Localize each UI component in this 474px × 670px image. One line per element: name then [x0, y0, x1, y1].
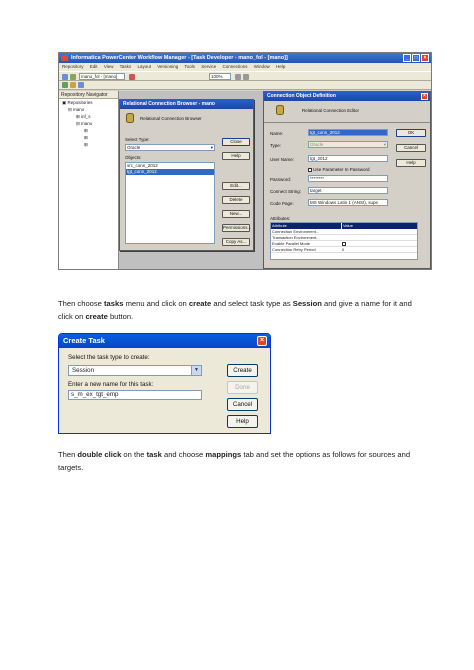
- select-type-label: Select the task type to create:: [68, 354, 150, 361]
- list-item-selected[interactable]: tgt_conn_2012: [126, 169, 214, 175]
- toolbar-icon[interactable]: [243, 74, 249, 80]
- chevron-down-icon: ▾: [210, 145, 213, 150]
- folder-combo[interactable]: mano_fol - [mano]: [79, 73, 125, 80]
- menu-versioning[interactable]: Versioning: [157, 64, 178, 69]
- relational-connection-browser: Relational Connection Browser - mano Rel…: [119, 99, 254, 251]
- tree-item[interactable]: ⊞ inf_s: [62, 113, 118, 120]
- objects-list[interactable]: src_conn_2012 tgt_conn_2012: [125, 162, 215, 244]
- tree-item[interactable]: ⊟ mano: [62, 120, 118, 127]
- user-name-label: User Name:: [270, 157, 295, 162]
- close-icon[interactable]: ×: [421, 93, 428, 100]
- attributes-table: Attribute Value Connection Environment..…: [270, 222, 418, 260]
- instruction-paragraph-1: Then choose tasks menu and click on crea…: [58, 299, 412, 321]
- use-parameter-checkbox[interactable]: Use Parameter In Password: [308, 167, 370, 172]
- permissions-button[interactable]: Permissions...: [222, 224, 251, 232]
- menu-connections[interactable]: Connections: [222, 64, 247, 69]
- toolbar: mano_fol - [mano] 100%: [59, 71, 431, 81]
- app-title: Informatica PowerCenter Workflow Manager…: [71, 55, 288, 61]
- cod-subtitle: Relational Connection Editor: [302, 108, 360, 113]
- instruction-paragraph-2: Then double click on the task and choose…: [58, 450, 411, 472]
- menu-tasks[interactable]: Tasks: [120, 64, 132, 69]
- close-icon[interactable]: ×: [421, 54, 429, 62]
- name-field[interactable]: tgt_conn_2012: [308, 129, 388, 136]
- close-button[interactable]: Close: [222, 138, 250, 146]
- tree-item[interactable]: ⊟ mano: [62, 106, 118, 113]
- type-field: Oracle ▾: [308, 141, 388, 148]
- cod-title-bar: Connection Object Definition ×: [264, 92, 430, 101]
- tree-item[interactable]: ⊞: [62, 127, 118, 134]
- menu-window[interactable]: Window: [254, 64, 270, 69]
- name-label: Name:: [270, 131, 284, 136]
- user-name-field[interactable]: tgt_2012: [308, 155, 388, 162]
- select-type-dropdown[interactable]: Oracle ▾: [125, 144, 215, 151]
- rcb-subtitle: Relational Connection Browser: [140, 116, 202, 121]
- toolbar-icon[interactable]: [78, 82, 84, 88]
- toolbar-icon[interactable]: [70, 82, 76, 88]
- rcb-title-bar: Relational Connection Browser - mano: [120, 100, 253, 109]
- create-task-title-bar: Create Task ×: [59, 334, 270, 348]
- repository-navigator: Repository Navigator ▣ Repositories ⊟ ma…: [59, 91, 119, 269]
- help-button[interactable]: Help: [396, 159, 426, 167]
- delete-button[interactable]: Delete: [222, 196, 250, 204]
- app-title-bar: Informatica PowerCenter Workflow Manager…: [59, 53, 431, 63]
- code-page-label: Code Page:: [270, 201, 294, 206]
- repository-navigator-header: Repository Navigator: [59, 91, 118, 99]
- parallel-mode-checkbox[interactable]: [342, 241, 346, 246]
- zoom-combo[interactable]: 100%: [209, 73, 231, 80]
- copy-as-button[interactable]: Copy As...: [222, 238, 250, 246]
- divider: [264, 122, 430, 123]
- repository-tree: ▣ Repositories ⊟ mano ⊞ inf_s ⊟ mano ⊞ ⊞…: [59, 99, 118, 148]
- workflow-manager-screenshot: Informatica PowerCenter Workflow Manager…: [58, 52, 432, 270]
- toolbar-secondary: [59, 81, 431, 90]
- toolbar-icon[interactable]: [62, 74, 68, 80]
- maximize-icon[interactable]: □: [412, 54, 420, 62]
- type-label: Type:: [270, 143, 282, 148]
- menu-layout[interactable]: Layout: [137, 64, 151, 69]
- cancel-button[interactable]: Cancel: [227, 398, 258, 411]
- toolbar-icon[interactable]: [235, 74, 241, 80]
- task-type-dropdown[interactable]: Session ▼: [68, 365, 202, 376]
- minimize-icon[interactable]: _: [403, 54, 411, 62]
- help-button[interactable]: Help: [222, 152, 250, 160]
- toolbar-icon[interactable]: [70, 74, 76, 80]
- done-button[interactable]: Done: [227, 381, 258, 394]
- menu-bar: Repository Edit View Tasks Layout Versio…: [59, 63, 431, 71]
- connect-string-label: Connect String:: [270, 189, 302, 194]
- close-icon[interactable]: ×: [257, 336, 267, 346]
- connection-object-definition: Connection Object Definition × Relational…: [263, 91, 431, 269]
- cancel-button[interactable]: Cancel: [396, 144, 426, 152]
- table-row[interactable]: Connection Retry Period 0: [271, 247, 417, 253]
- create-task-title: Create Task: [63, 336, 105, 345]
- task-name-label: Enter a new name for this task:: [68, 381, 154, 388]
- create-task-dialog: Create Task × Select the task type to cr…: [58, 333, 271, 434]
- chevron-down-icon: ▼: [191, 366, 201, 375]
- app-icon: [61, 55, 68, 61]
- select-type-label: Select Type:: [125, 137, 150, 142]
- objects-label: Objects:: [125, 155, 142, 160]
- menu-edit[interactable]: Edit: [90, 64, 98, 69]
- connect-string-field[interactable]: target: [308, 187, 388, 194]
- password-field[interactable]: ********: [308, 175, 388, 182]
- edit-button[interactable]: Edit...: [222, 182, 250, 190]
- menu-service[interactable]: Service: [201, 64, 216, 69]
- toolbar-icon[interactable]: [129, 74, 135, 80]
- menu-view[interactable]: View: [104, 64, 114, 69]
- toolbar-icon[interactable]: [62, 82, 68, 88]
- tree-item[interactable]: ▣ Repositories: [62, 99, 118, 106]
- database-icon: [126, 113, 134, 123]
- database-icon: [276, 105, 284, 115]
- task-name-input[interactable]: s_m_ex_tgt_emp: [68, 390, 202, 400]
- create-button[interactable]: Create: [227, 364, 258, 377]
- code-page-dropdown[interactable]: MS Windows Latin 1 (ANSI), supe: [308, 199, 388, 206]
- password-label: Password:: [270, 177, 292, 182]
- new-button[interactable]: New...: [222, 210, 250, 218]
- help-button[interactable]: Help: [227, 415, 258, 428]
- menu-repository[interactable]: Repository: [62, 64, 84, 69]
- attributes-label: Attributes:: [270, 216, 291, 221]
- ok-button[interactable]: OK: [396, 129, 426, 137]
- menu-tools[interactable]: Tools: [184, 64, 195, 69]
- tree-item[interactable]: ⊞: [62, 134, 118, 141]
- tree-item[interactable]: ⊞: [62, 141, 118, 148]
- menu-help[interactable]: Help: [276, 64, 285, 69]
